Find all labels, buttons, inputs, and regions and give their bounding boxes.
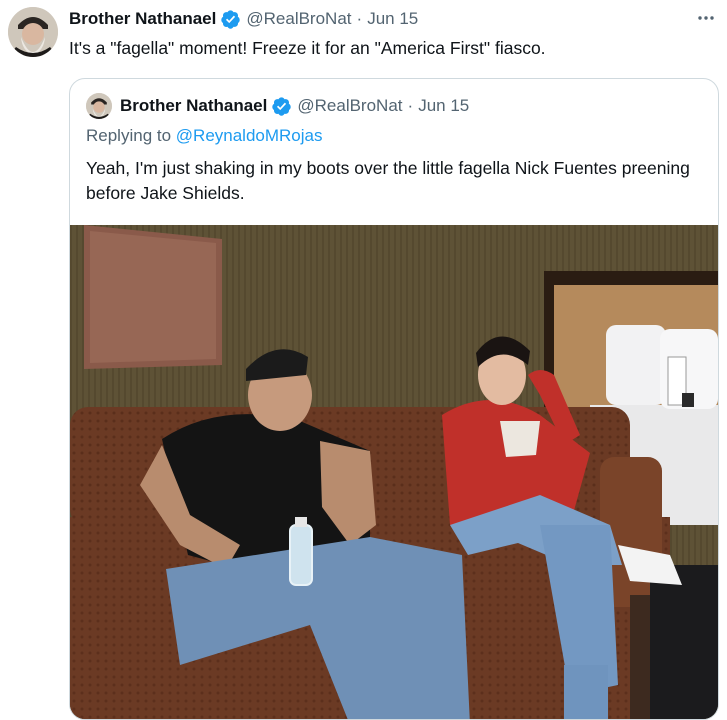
replying-to-prefix: Replying to — [86, 126, 176, 145]
quoted-author-handle: @RealBroNat — [297, 96, 403, 115]
quoted-tweet-header: Brother Nathanael @RealBroNat · Jun 15 — [120, 93, 469, 119]
author-handle[interactable]: @RealBroNat — [246, 9, 351, 29]
quoted-author-name: Brother Nathanael — [120, 96, 268, 115]
separator-dot: · — [407, 96, 414, 115]
verified-badge-icon — [272, 96, 292, 116]
avatar-image — [86, 93, 112, 119]
tweet-header: Brother Nathanael @RealBroNat · Jun 15 — [69, 8, 683, 30]
author-name[interactable]: Brother Nathanael — [69, 9, 216, 29]
replying-to-handle[interactable]: @ReynaldoMRojas — [176, 126, 323, 145]
tweet-date[interactable]: Jun 15 — [367, 9, 418, 29]
quoted-tweet-text: Yeah, I'm just shaking in my boots over … — [86, 158, 690, 203]
quoted-author-avatar — [86, 93, 112, 119]
separator-dot: · — [356, 9, 363, 28]
media-photo — [70, 225, 718, 719]
replying-to-line: Replying to @ReynaldoMRojas — [86, 126, 323, 146]
verified-badge-icon — [221, 9, 241, 29]
quoted-tweet-media[interactable] — [70, 225, 718, 719]
more-horizontal-icon[interactable] — [695, 8, 717, 28]
quoted-tweet-date: Jun 15 — [418, 96, 470, 115]
tweet-text: It's a "fagella" moment! Freeze it for a… — [69, 38, 546, 58]
quoted-tweet-card[interactable]: Brother Nathanael @RealBroNat · Jun 15 R… — [69, 78, 719, 720]
author-avatar[interactable] — [8, 7, 58, 57]
avatar-image — [8, 7, 58, 57]
